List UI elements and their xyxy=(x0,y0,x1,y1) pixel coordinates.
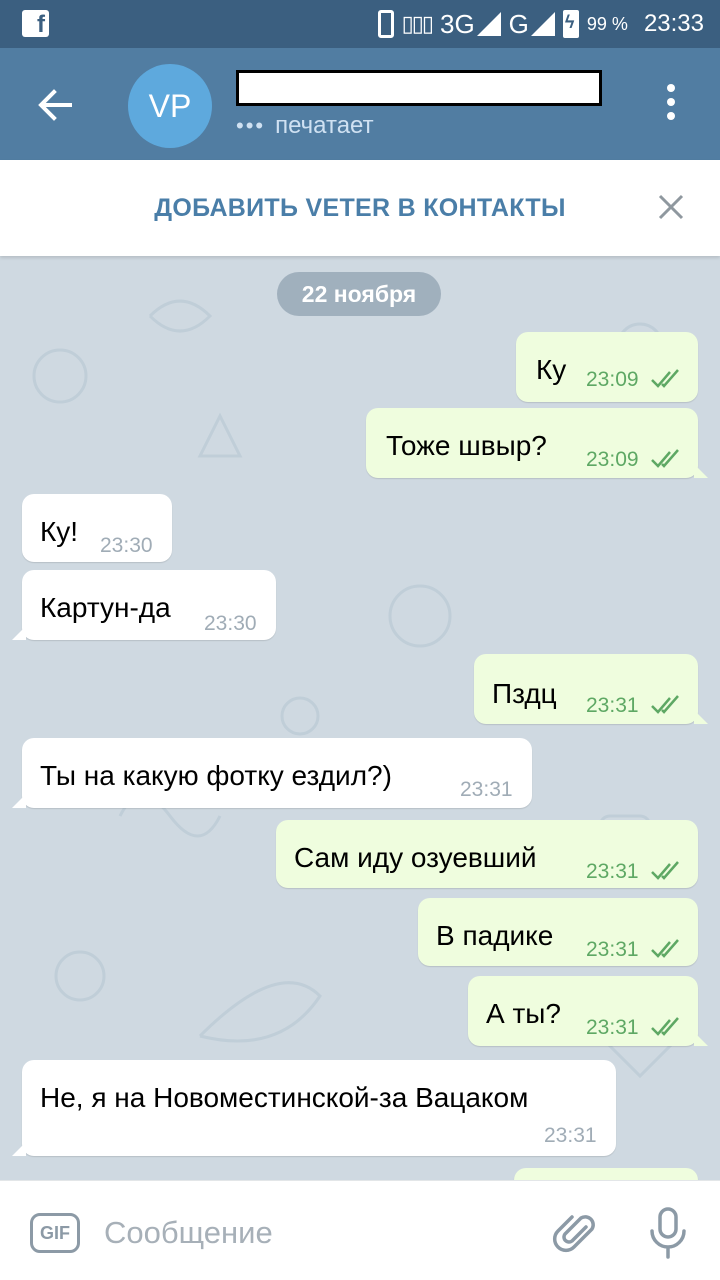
message-text: А ты? xyxy=(486,998,561,1029)
dot-icon xyxy=(667,112,675,120)
message-text: Ты на какую фотку ездил?) xyxy=(40,760,392,791)
outgoing-message[interactable]: Пздц 23:31 xyxy=(474,654,708,724)
message-time: 23:31 xyxy=(586,860,639,883)
back-button[interactable] xyxy=(30,80,80,130)
message-composer: GIF xyxy=(0,1180,720,1280)
incoming-message[interactable]: Ку! 23:30 xyxy=(22,494,172,562)
outgoing-message-partial[interactable] xyxy=(514,1168,698,1180)
facebook-notification-icon: f xyxy=(22,10,49,38)
double-check-icon xyxy=(651,939,679,958)
phone-icon xyxy=(377,10,394,38)
message-text: В падике xyxy=(436,920,554,951)
add-contact-bar: ДОБАВИТЬ VETER В КОНТАКТЫ xyxy=(0,160,720,256)
message-time: 23:31 xyxy=(586,1016,639,1039)
paperclip-icon[interactable] xyxy=(552,1209,600,1257)
battery-percent: 99 % xyxy=(586,13,628,34)
contact-name-redacted[interactable] xyxy=(236,70,602,106)
typing-status: ••• печатает xyxy=(236,112,374,140)
message-time: 23:09 xyxy=(586,448,639,471)
message-text: Картун-да xyxy=(40,592,171,623)
message-time: 23:31 xyxy=(586,694,639,717)
signal-icon xyxy=(476,12,501,36)
status-icons: ▯▯▯ 3G G 99 % 23:33 xyxy=(377,0,704,48)
arrow-left-icon xyxy=(38,89,72,121)
message-text: Не, я на Новоместинской-за Вацаком xyxy=(40,1082,529,1113)
date-separator: 22 ноября xyxy=(277,272,441,316)
message-time: 23:31 xyxy=(460,778,513,801)
message-text: Ку xyxy=(536,354,567,385)
dot-icon xyxy=(667,98,675,106)
incoming-message[interactable]: Ты на какую фотку ездил?) 23:31 xyxy=(12,738,532,808)
avatar[interactable]: VP xyxy=(128,64,212,148)
message-time: 23:31 xyxy=(586,938,639,961)
double-check-icon xyxy=(651,369,679,388)
message-time: 23:30 xyxy=(204,612,257,635)
dot-icon xyxy=(667,84,675,92)
double-check-icon xyxy=(651,1017,679,1036)
incoming-message[interactable]: Картун-да 23:30 xyxy=(12,570,276,640)
microphone-icon[interactable] xyxy=(646,1207,690,1259)
double-check-icon xyxy=(651,449,679,468)
battery-icon xyxy=(562,10,579,38)
incoming-message[interactable]: Не, я на Новоместинской-за Вацаком 23:31 xyxy=(12,1060,616,1156)
close-icon[interactable] xyxy=(656,192,686,222)
message-time: 23:09 xyxy=(586,368,639,391)
network-1: 3G xyxy=(440,9,501,40)
message-text: Пздц xyxy=(492,678,557,709)
double-check-icon xyxy=(651,861,679,880)
outgoing-message[interactable]: А ты? 23:31 xyxy=(468,976,708,1046)
add-contact-button[interactable]: ДОБАВИТЬ VETER В КОНТАКТЫ xyxy=(0,194,720,223)
message-input[interactable] xyxy=(104,1213,524,1253)
status-bar: f ▯▯▯ 3G G 99 % 23:33 xyxy=(0,0,720,48)
gif-button[interactable]: GIF xyxy=(30,1213,80,1253)
clock: 23:33 xyxy=(643,10,704,37)
network-2: G xyxy=(509,9,555,40)
outgoing-message[interactable]: Тоже швыр? 23:09 xyxy=(366,408,708,478)
message-time: 23:30 xyxy=(100,534,153,557)
outgoing-message[interactable]: Сам иду озуевший 23:31 xyxy=(276,820,698,888)
vibrate-icon: ▯▯▯ xyxy=(401,11,434,36)
message-text: Тоже швыр? xyxy=(386,430,547,461)
more-menu-button[interactable] xyxy=(658,84,684,128)
outgoing-message[interactable]: Ку 23:09 xyxy=(516,332,698,402)
message-time: 23:31 xyxy=(544,1124,597,1147)
typing-dots-icon: ••• xyxy=(236,113,266,138)
chat-area[interactable]: 22 ноября Ку 23:09 Тоже швыр? 23:09 Ку! … xyxy=(0,256,720,1180)
signal-icon xyxy=(530,12,555,36)
outgoing-message[interactable]: В падике 23:31 xyxy=(418,898,698,966)
chat-header: VP ••• печатает xyxy=(0,48,720,160)
message-text: Сам иду озуевший xyxy=(294,842,537,873)
message-text: Ку! xyxy=(40,516,79,547)
double-check-icon xyxy=(651,695,679,714)
typing-label: печатает xyxy=(275,112,374,139)
